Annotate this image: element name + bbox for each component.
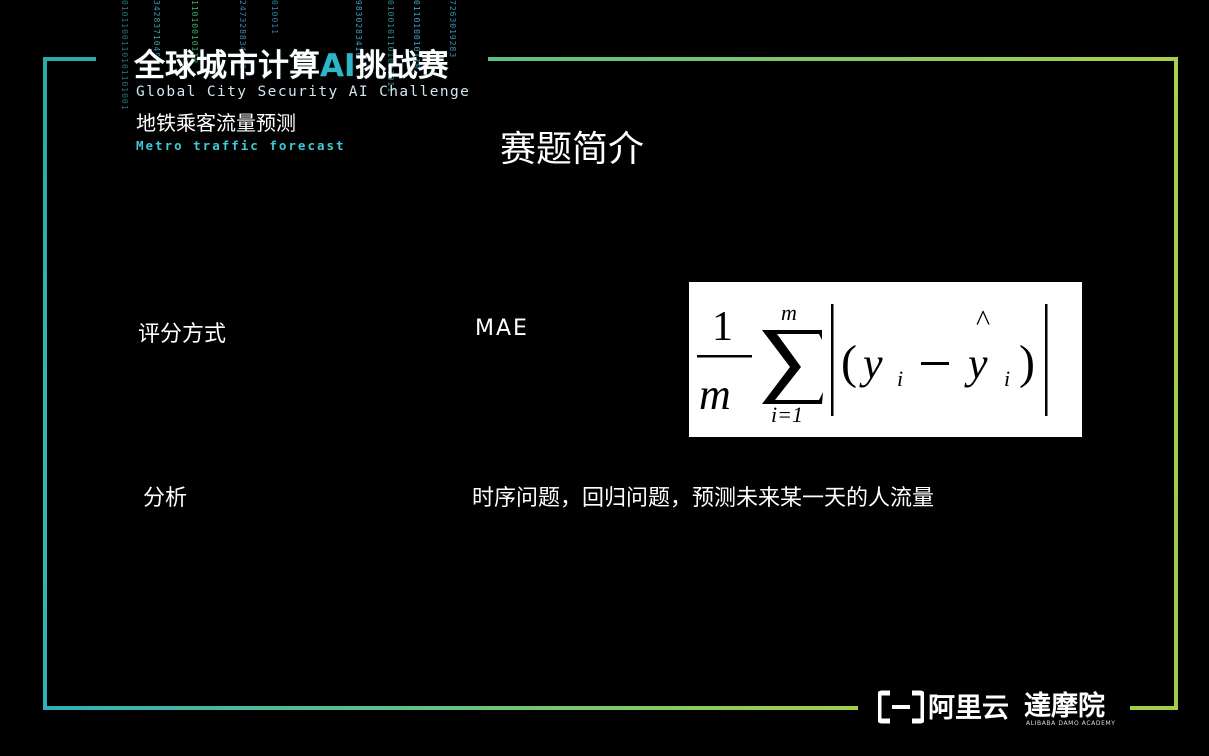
- formula-y: y: [859, 339, 883, 388]
- logo-subtitle-en2: Metro traffic forecast: [136, 138, 346, 153]
- frame-top-left: [43, 57, 96, 61]
- logo-subtitle-en: Global City Security AI Challenge: [136, 84, 471, 100]
- formula-sum-lower: i=1: [771, 402, 803, 427]
- analysis-value: 时序问题，回归问题，预测未来某一天的人流量: [472, 486, 935, 511]
- svg-text:): ): [1019, 336, 1035, 389]
- slide-title: 赛题简介: [500, 129, 645, 170]
- aliyun-icon: [878, 690, 924, 724]
- formula-denominator: m: [699, 370, 731, 419]
- formula-numerator: 1: [712, 304, 733, 350]
- formula-sub-i: i: [897, 366, 903, 391]
- damo-logo-subtext: ALIBABA DAMO ACADEMY: [1026, 720, 1116, 727]
- scoring-value: MAE: [475, 316, 529, 341]
- aliyun-logo-text: 阿里云: [928, 693, 1009, 724]
- frame-right: [1174, 57, 1178, 710]
- frame-bottom-left: [43, 706, 858, 710]
- sigma-symbol: [762, 330, 823, 404]
- frame-bottom-right: [1130, 706, 1178, 710]
- frame-top-right: [488, 57, 1178, 61]
- svg-text:(: (: [841, 336, 857, 389]
- formula-sub-i-hat: i: [1004, 366, 1010, 391]
- damo-logo-text: 達摩院: [1024, 691, 1105, 722]
- formula-sum-upper: m: [781, 300, 797, 325]
- formula-y-hat: y: [964, 339, 988, 388]
- competition-logo: 全球城市计算AI挑战赛 Global City Security AI Chal…: [134, 40, 469, 160]
- formula-hat: ^: [976, 304, 990, 337]
- logo-title: 全球城市计算AI挑战赛: [134, 48, 449, 84]
- scoring-label: 评分方式: [138, 322, 227, 347]
- logo-subtitle-cn: 地铁乘客流量预测: [136, 111, 296, 135]
- analysis-label: 分析: [143, 486, 188, 511]
- frame-left: [43, 57, 47, 710]
- mae-formula: 1 m m i=1 ( y i ^ y i ): [689, 282, 1082, 437]
- footer-logos: 阿里云 達摩院 ALIBABA DAMO ACADEMY: [876, 684, 1126, 734]
